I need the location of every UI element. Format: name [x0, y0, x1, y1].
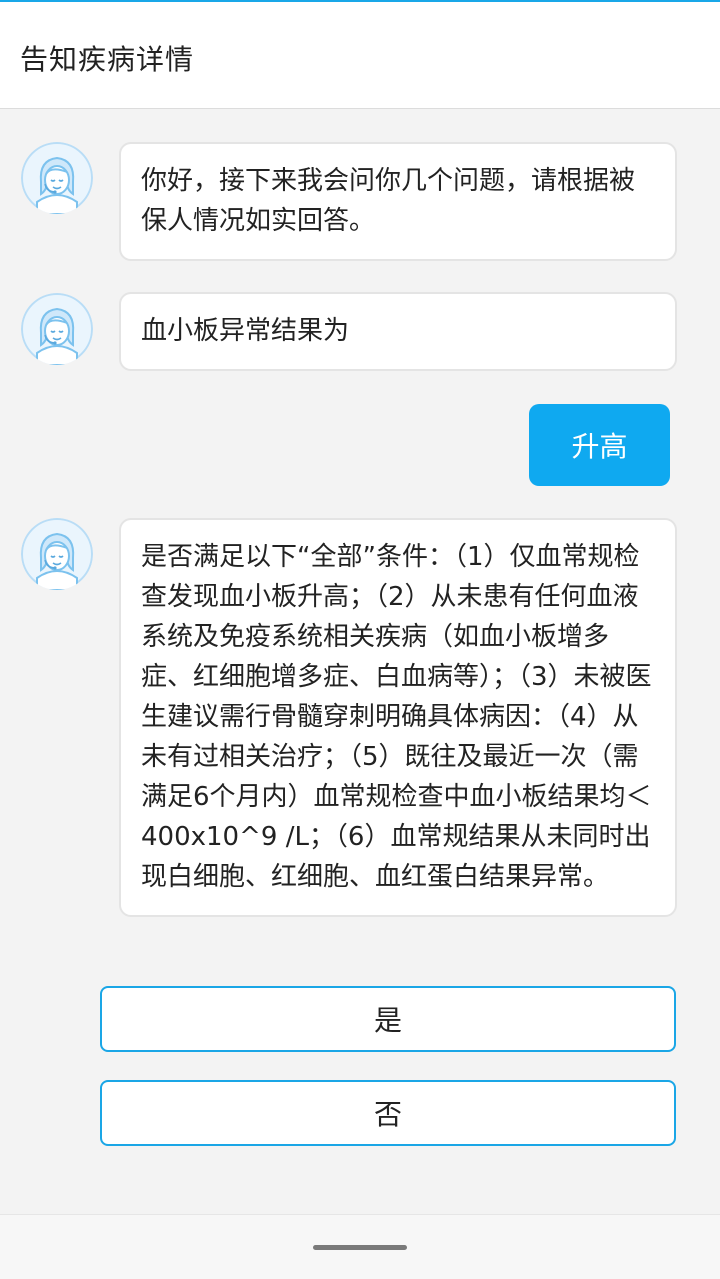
- no-option-button[interactable]: 否: [100, 1080, 676, 1146]
- message-text: 血小板异常结果为: [141, 316, 350, 346]
- agent-message: 你好，接下来我会问你几个问题，请根据被保人情况如实回答。: [119, 142, 677, 261]
- agent-avatar-icon: [21, 142, 93, 214]
- agent-avatar-icon: [21, 293, 93, 365]
- message-text: 是否满足以下“全部”条件：（1）仅血常规检查发现血小板升高；（2）从未患有任何血…: [141, 542, 652, 892]
- agent-avatar-icon: [21, 518, 93, 590]
- no-option-label: 否: [373, 1098, 402, 1131]
- system-navigation-bar: [0, 1214, 720, 1279]
- agent-avatar: [21, 142, 93, 214]
- yes-option-button[interactable]: 是: [100, 986, 676, 1052]
- agent-message: 血小板异常结果为: [119, 292, 677, 371]
- app-header: 告知疾病详情: [0, 2, 720, 109]
- user-answer-text: 升高: [571, 430, 628, 463]
- user-answer-bubble: 升高: [529, 404, 670, 486]
- page-title: 告知疾病详情: [20, 43, 195, 76]
- agent-question-message: 是否满足以下“全部”条件：（1）仅血常规检查发现血小板升高；（2）从未患有任何血…: [119, 518, 677, 917]
- home-indicator[interactable]: [313, 1245, 407, 1250]
- agent-avatar: [21, 293, 93, 365]
- agent-avatar: [21, 518, 93, 590]
- yes-option-label: 是: [373, 1004, 402, 1037]
- message-text: 你好，接下来我会问你几个问题，请根据被保人情况如实回答。: [141, 166, 636, 236]
